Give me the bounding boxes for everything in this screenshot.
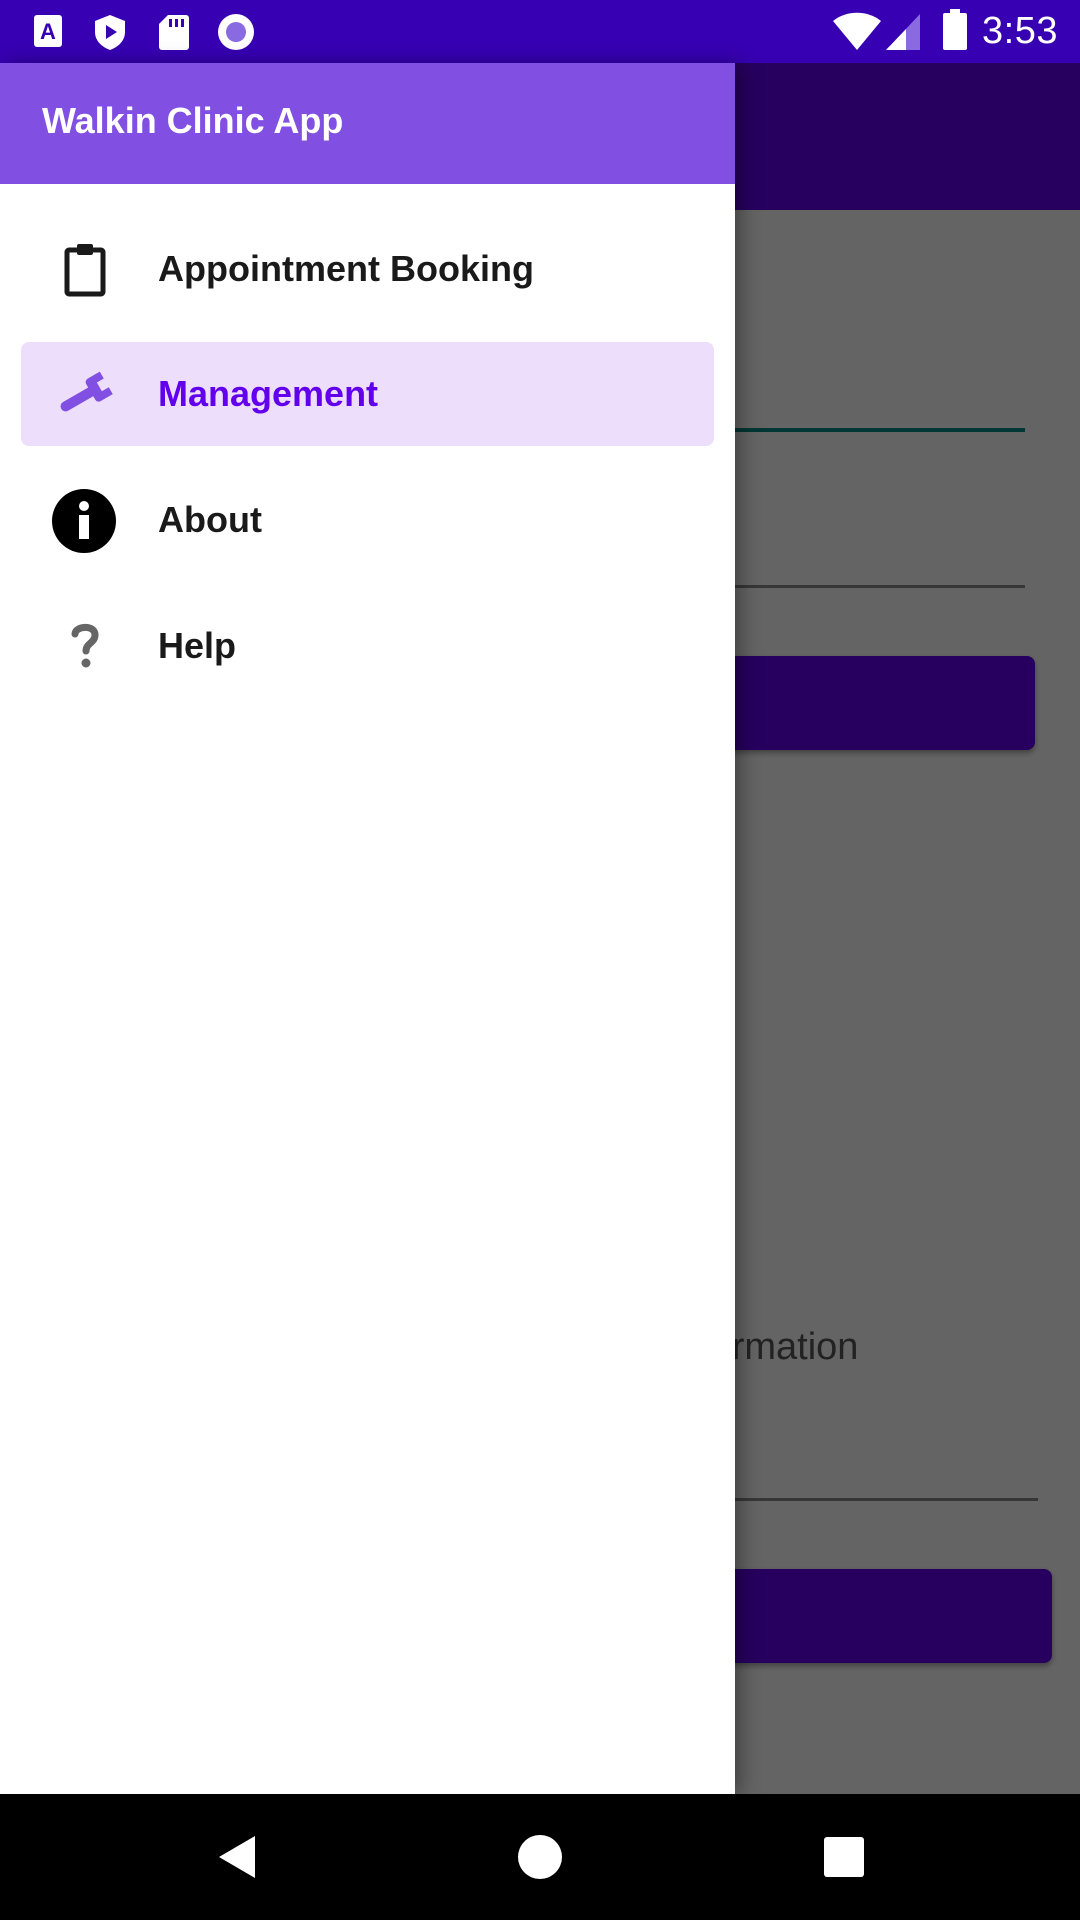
nav-item-about[interactable]: About (21, 468, 714, 572)
status-bar: A 3:53 (0, 0, 1080, 63)
nav-item-label: About (158, 499, 262, 540)
drawer-header: Walkin Clinic App (0, 63, 735, 184)
home-icon[interactable] (505, 1822, 575, 1892)
navigation-drawer: Walkin Clinic App Appointment Booking Ma… (0, 63, 735, 1794)
wrench-icon (55, 364, 115, 424)
nav-item-appointment-booking[interactable]: Appointment Booking (21, 217, 714, 321)
record-circle-icon (216, 13, 256, 58)
wifi-icon (832, 11, 882, 56)
sd-card-icon (158, 13, 190, 56)
text-a-icon: A (32, 13, 64, 54)
clipboard-icon (55, 239, 115, 299)
nav-item-label: Management (158, 373, 379, 414)
battery-icon (942, 9, 968, 56)
recents-icon[interactable] (809, 1822, 879, 1892)
help-question-icon (55, 616, 115, 676)
nav-item-management[interactable]: Management (21, 342, 714, 446)
shield-play-icon (92, 13, 128, 56)
drawer-title: Walkin Clinic App (42, 100, 344, 141)
system-navigation-bar (0, 1794, 1080, 1920)
nav-item-help[interactable]: Help (21, 594, 714, 698)
info-icon (51, 488, 117, 554)
status-time: 3:53 (982, 10, 1058, 52)
nav-item-label: Help (158, 625, 237, 666)
nav-item-label: Appointment Booking (158, 248, 534, 289)
cellular-signal-icon (884, 11, 922, 56)
svg-text:A: A (40, 19, 56, 44)
back-icon[interactable] (203, 1822, 273, 1892)
